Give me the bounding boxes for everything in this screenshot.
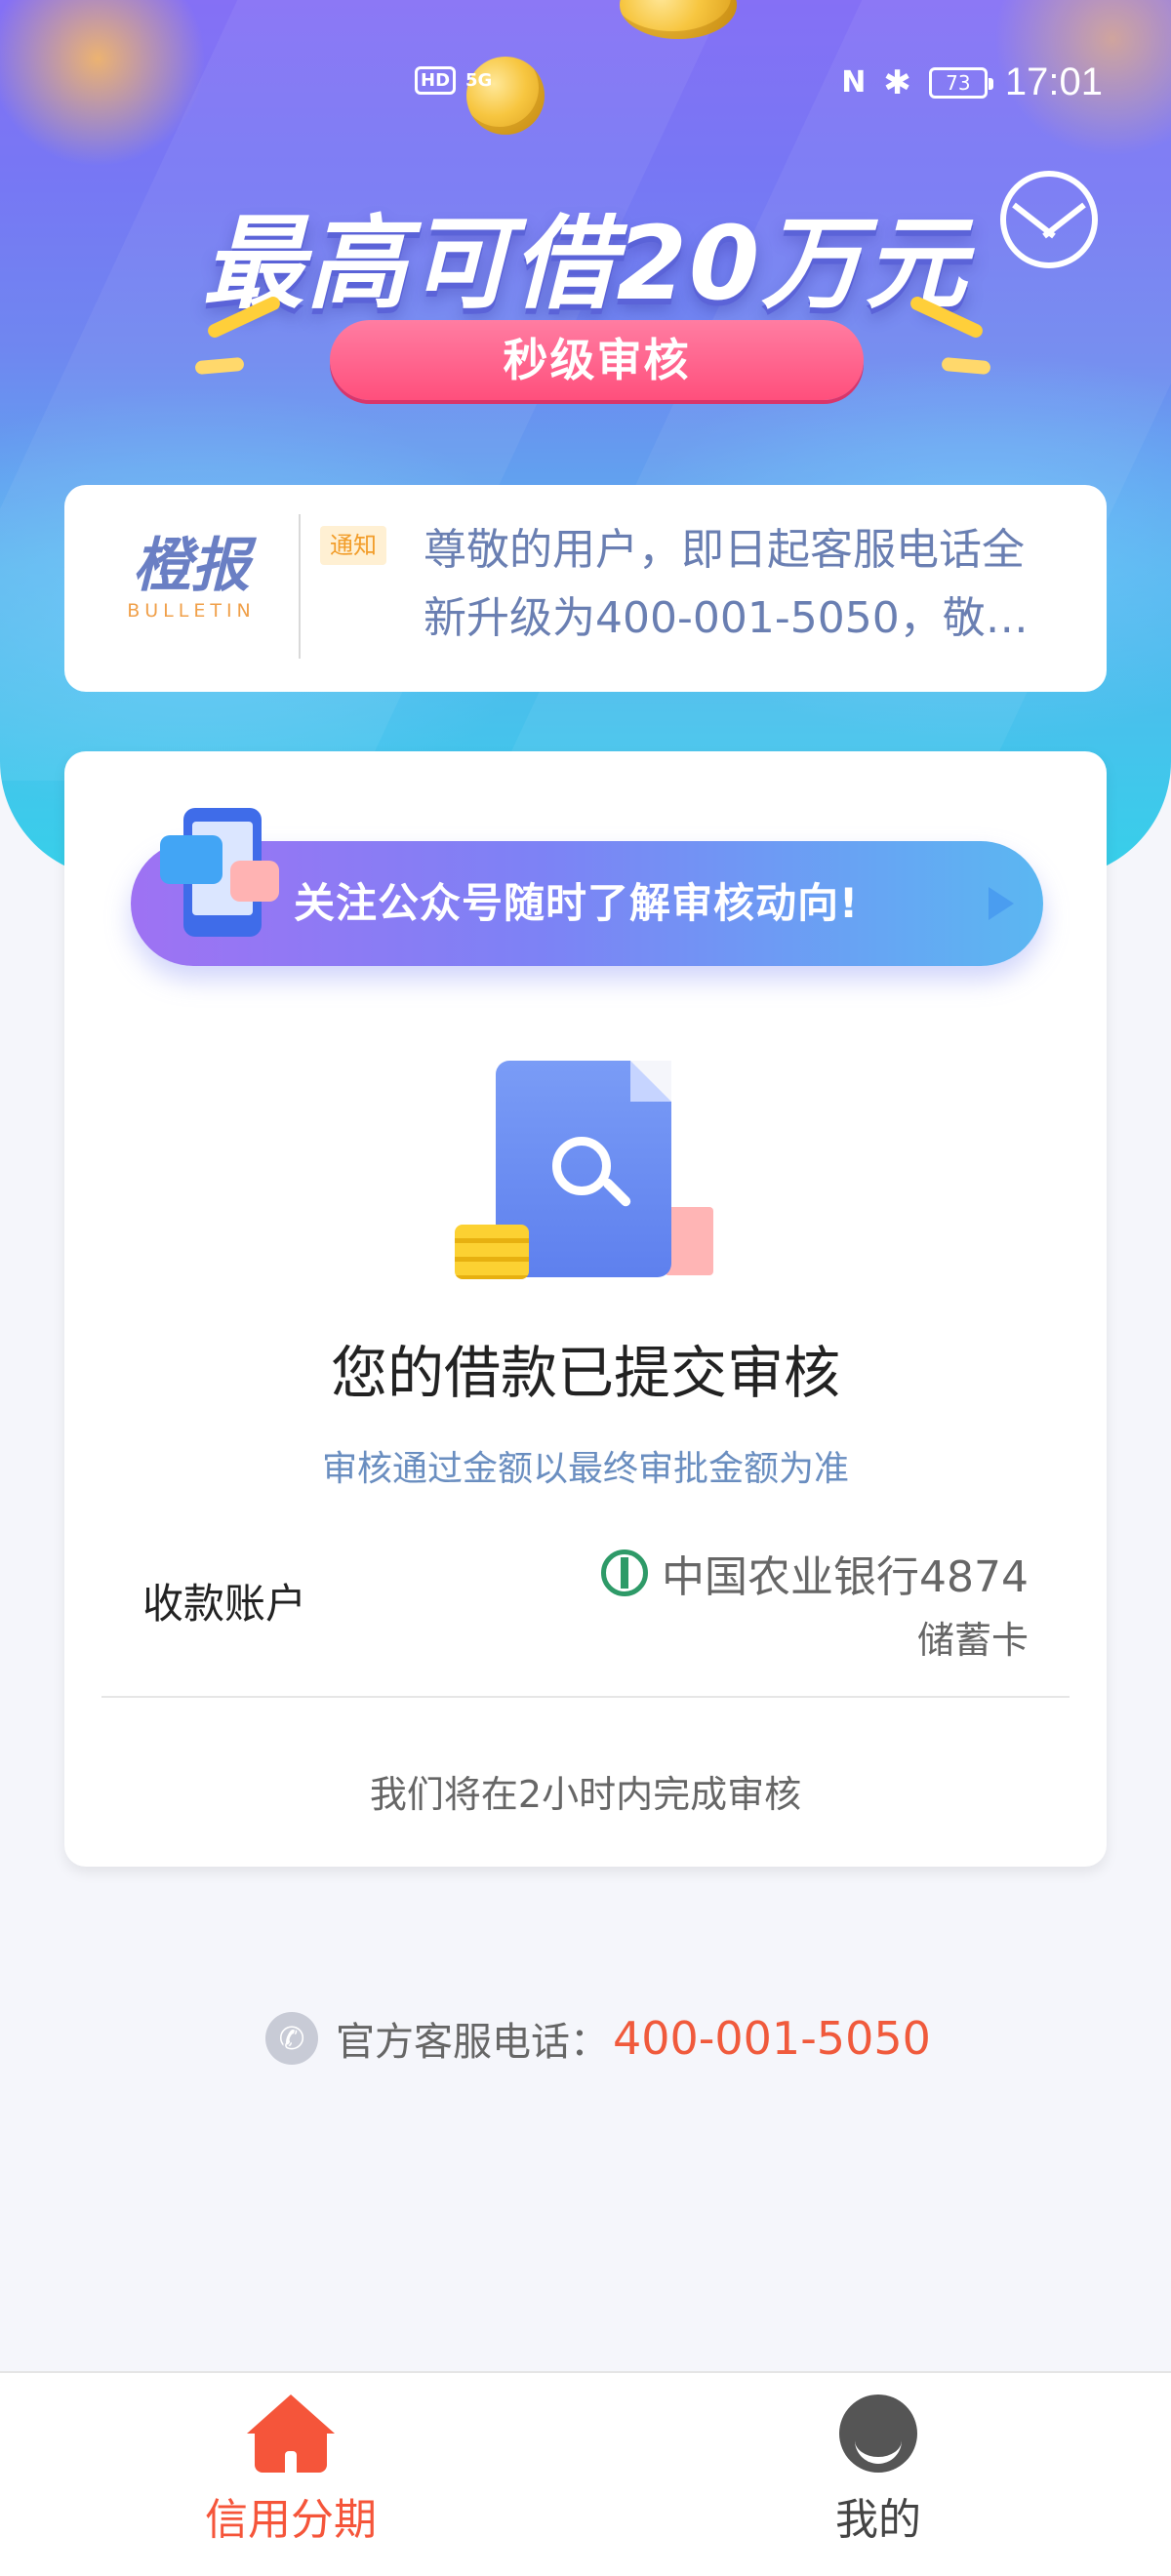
bluetooth-icon: ✱ [883,62,911,102]
review-eta: 我们将在2小时内完成审核 [369,1773,802,1816]
bulletin-card[interactable]: 橙报 BULLETIN 通知 尊敬的用户，即日起客服电话全 新升级为400-00… [64,485,1107,692]
abc-bank-logo-icon [601,1550,649,1596]
signal-5g-icon: 5G [465,70,493,91]
fast-review-badge: 秒级审核 [330,320,864,400]
chat-bubble-icon [230,861,279,902]
bulletin-text: 尊敬的用户，即日起客服电话全 新升级为400-001-5050，敬请... [424,516,1068,653]
play-arrow-icon [989,887,1014,920]
bottom-nav: 信用分期 我的 [0,2371,1171,2576]
document-fold [630,1061,671,1102]
bulletin-line-1: 尊敬的用户，即日起客服电话全 [424,525,1025,575]
divider [101,1696,1070,1698]
card-type: 储蓄卡 [916,1619,1029,1662]
receiving-account-label: 收款账户 [142,1580,307,1628]
home-icon [247,2395,335,2473]
receiving-account-info: 中国农业银行4874 储蓄卡 [601,1542,1029,1664]
message-icon[interactable] [1000,171,1098,268]
header-banner: HD 5G N ✱ 73 17:01 最高可借20万元 秒级审核 [0,0,1171,878]
bulletin-line-2: 新升级为400-001-5050，敬请... [424,593,1068,643]
nav-item-credit-installment[interactable]: 信用分期 [144,2395,437,2547]
service-phone-number[interactable]: 400-001-5050 [613,2012,931,2065]
customer-service-line[interactable]: 官方客服电话： 400-001-5050 [265,2010,931,2067]
service-label: 官方客服电话： [336,2020,609,2065]
battery-icon: 73 [928,66,993,99]
follow-banner-text: 关注公众号随时了解审核动向! [294,879,860,927]
coins-icon [455,1225,529,1279]
nav-item-mine[interactable]: 我的 [732,2395,1025,2547]
bulletin-logo-en: BULLETIN [127,600,256,622]
hd-indicator: HD [415,66,457,95]
magnifier-icon [552,1137,611,1195]
phone-icon [265,2012,318,2065]
notice-tag: 通知 [320,526,386,565]
banknote-icon [665,1207,713,1275]
review-title: 您的借款已提交审核 [330,1340,840,1406]
bulletin-logo: 橙报 BULLETIN [113,534,269,622]
bulletin-logo-cn: 橙报 [133,532,250,600]
review-status-card: 关注公众号随时了解审核动向! 您的借款已提交审核 审核通过金额以最终审批金额为准… [64,751,1107,1867]
status-bar: HD 5G N ✱ 73 17:01 [0,60,1171,111]
bulletin-divider [299,514,301,659]
document-search-illustration [455,1061,747,1285]
nav-label: 我的 [835,2495,921,2545]
promo-headline: 最高可借20万元 [202,204,969,323]
bank-name: 中国农业银行4874 [662,1552,1029,1602]
nfc-icon: N [841,65,867,100]
chat-bubble-icon [160,835,222,884]
user-icon [839,2395,917,2473]
clock: 17:01 [1004,60,1103,103]
nav-label: 信用分期 [205,2495,377,2545]
review-subtitle: 审核通过金额以最终审批金额为准 [321,1449,849,1489]
